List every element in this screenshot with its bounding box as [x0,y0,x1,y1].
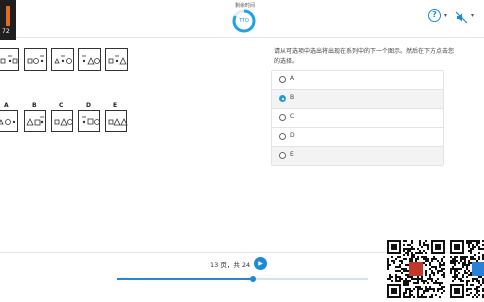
audio-dropdown-caret[interactable]: ▾ [471,12,474,19]
question-counter: 72 [0,0,16,40]
choice-label: D [290,132,295,139]
progress-knob [249,276,256,282]
timer-value: TTO [239,18,249,24]
counter-bar [6,6,10,26]
qr-code-image [450,240,484,298]
top-bar: 72 剩余时间 TTO ? ▾ ▾ [0,0,484,40]
option-figure [24,110,46,132]
choice-label: E [290,151,294,158]
option-letter: C [59,102,64,109]
page-indicator: 13 页，共 24 [210,261,251,269]
option-figure [0,110,18,132]
radio-button-selected[interactable] [279,95,286,102]
sequence-figure [51,48,74,71]
progress-fill [117,278,253,280]
sequence-figure [24,48,47,71]
choice-d[interactable]: D [272,128,443,147]
question-instruction: 请从可选项中选出将出现在系列中的下一个图示。然后在下方点击您的选择。 [274,48,455,65]
mute-icon[interactable] [455,9,468,24]
radio-button[interactable] [279,114,286,121]
radio-button[interactable] [279,76,286,83]
choice-label: C [290,113,295,120]
choice-a[interactable]: A [272,71,443,90]
option-letter: E [113,102,118,109]
timer-label: 剩余时间 [234,3,255,9]
choice-label: A [290,75,295,82]
sequence-figure [78,48,101,71]
answer-choices: A B C D E [271,70,444,166]
choice-b[interactable]: B [272,90,443,109]
sequence-figure [105,48,128,71]
choice-label: B [290,94,295,101]
option-letter: B [32,102,37,109]
option-figure [51,110,73,132]
choice-c[interactable]: C [272,109,443,128]
option-letter: A [4,102,9,109]
next-page-button[interactable]: ▶ [254,257,267,270]
option-letter: D [86,102,91,109]
help-dropdown-caret[interactable]: ▾ [444,12,447,19]
radio-button[interactable] [279,152,286,159]
counter-number: 72 [2,28,10,35]
radio-button[interactable] [279,133,286,140]
option-figure [105,110,128,132]
sequence-figure [0,48,19,71]
qr-code-image [387,240,445,298]
option-figure [78,110,100,132]
progress-track [117,276,368,282]
timer-ring: TTO [232,9,256,33]
choice-e[interactable]: E [272,147,443,165]
question-icon[interactable]: ? [428,9,441,22]
